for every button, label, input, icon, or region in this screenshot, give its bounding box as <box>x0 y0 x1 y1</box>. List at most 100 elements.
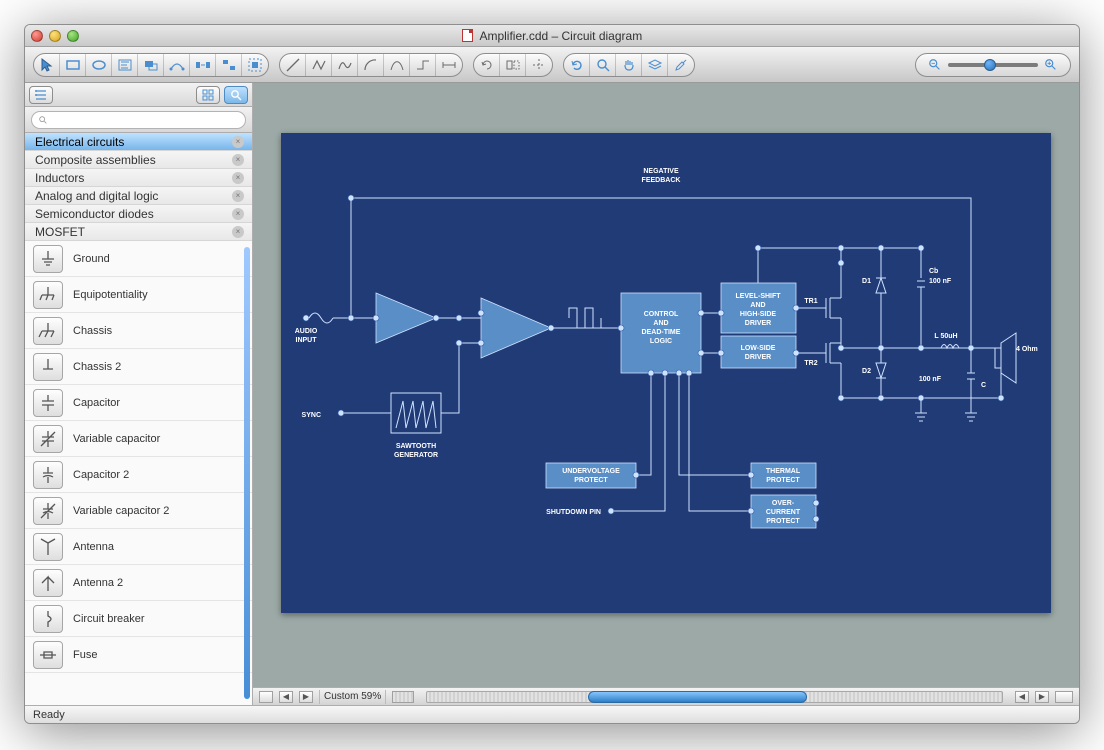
pointer-tool[interactable] <box>34 54 60 76</box>
stencil-label: Circuit breaker <box>73 613 145 625</box>
stencil-item[interactable]: Antenna 2 <box>25 565 252 601</box>
sidebar-search-toggle[interactable] <box>224 86 248 104</box>
bezier-tool[interactable] <box>384 54 410 76</box>
stencil-item[interactable]: Capacitor <box>25 385 252 421</box>
category-close-icon[interactable]: × <box>232 208 244 220</box>
stencil-label: Variable capacitor <box>73 433 160 445</box>
arc-tool[interactable] <box>358 54 384 76</box>
library-category[interactable]: Semiconductor diodes× <box>25 205 252 223</box>
rotate-tool[interactable] <box>474 54 500 76</box>
dimension-tool[interactable] <box>436 54 462 76</box>
category-close-icon[interactable]: × <box>232 226 244 238</box>
stencil-item[interactable]: Ground <box>25 241 252 277</box>
library-category[interactable]: Composite assemblies× <box>25 151 252 169</box>
connector-tool[interactable] <box>164 54 190 76</box>
stencil-label: Fuse <box>73 649 97 661</box>
breaker-icon <box>33 605 63 633</box>
line-tool[interactable] <box>280 54 306 76</box>
zoom-slider[interactable] <box>915 53 1071 77</box>
zoom-tool[interactable] <box>590 54 616 76</box>
svg-text:TR1: TR1 <box>804 298 817 305</box>
library-category[interactable]: Inductors × <box>25 169 252 187</box>
stencil-item[interactable]: Chassis 2 <box>25 349 252 385</box>
stencil-item[interactable]: Capacitor 2 <box>25 457 252 493</box>
stencil-list: Ground EquipotentialityChassis Chassis 2 Ca… <box>25 241 252 705</box>
window-close-button[interactable] <box>31 30 43 42</box>
stencil-item[interactable]: Fuse <box>25 637 252 673</box>
library-category-label: MOSFET <box>35 225 85 239</box>
stencil-item[interactable]: Equipotentiality <box>25 277 252 313</box>
zoom-label[interactable]: Custom 59% <box>319 690 386 704</box>
diagram-page[interactable]: NEGATIVEFEEDBACK AUDIOINPUT <box>281 133 1051 613</box>
stencil-item[interactable]: Circuit breaker <box>25 601 252 637</box>
stencil-label: Capacitor 2 <box>73 469 129 481</box>
fuse-icon <box>33 641 63 669</box>
scroll-right-button[interactable]: ▶ <box>1035 691 1049 703</box>
refresh-tool[interactable] <box>564 54 590 76</box>
spline-tool[interactable] <box>332 54 358 76</box>
category-close-icon[interactable]: × <box>232 172 244 184</box>
library-category-label: Electrical circuits <box>35 135 124 149</box>
polyline-tool[interactable] <box>306 54 332 76</box>
category-close-icon[interactable]: × <box>232 190 244 202</box>
group-tool[interactable] <box>242 54 268 76</box>
mirror-tool[interactable] <box>526 54 552 76</box>
zoom-in-icon[interactable] <box>1044 58 1058 72</box>
library-category-label: Inductors <box>35 171 84 185</box>
ground-icon <box>33 245 63 273</box>
view-mode-button[interactable] <box>1055 691 1073 703</box>
svg-text:L 50uH: L 50uH <box>934 333 957 340</box>
zoom-out-icon[interactable] <box>928 58 942 72</box>
svg-text:SYNC: SYNC <box>302 412 321 419</box>
sidebar-tree-view-button[interactable] <box>29 86 53 104</box>
eyedropper-tool[interactable] <box>668 54 694 76</box>
ellipse-tool[interactable] <box>86 54 112 76</box>
zoom-track[interactable] <box>948 63 1038 67</box>
stencil-label: Capacitor <box>73 397 120 409</box>
canvas-viewport[interactable]: NEGATIVEFEEDBACK AUDIOINPUT <box>253 83 1079 687</box>
page-tabs-icon[interactable] <box>259 691 273 703</box>
stencil-label: Ground <box>73 253 110 265</box>
stencil-item[interactable]: Antenna <box>25 529 252 565</box>
scroll-left-button[interactable]: ◀ <box>1015 691 1029 703</box>
stencil-item[interactable]: Chassis <box>25 313 252 349</box>
window-title-text: Amplifier.cdd – Circuit diagram <box>479 29 642 43</box>
library-category[interactable]: MOSFET × <box>25 223 252 241</box>
page-prev-button[interactable]: ◀ <box>279 691 293 703</box>
library-category[interactable]: Analog and digital logic× <box>25 187 252 205</box>
category-close-icon[interactable]: × <box>232 154 244 166</box>
stencil-label: Variable capacitor 2 <box>73 505 169 517</box>
scroll-pad-left <box>392 691 414 703</box>
hand-tool[interactable] <box>616 54 642 76</box>
page-next-button[interactable]: ▶ <box>299 691 313 703</box>
equipotential-icon <box>33 281 63 309</box>
window-title: Amplifier.cdd – Circuit diagram <box>25 29 1079 43</box>
flip-tool[interactable] <box>500 54 526 76</box>
category-close-icon[interactable]: × <box>232 136 244 148</box>
scrollbar-thumb[interactable] <box>588 691 806 703</box>
stencil-label: Chassis 2 <box>73 361 121 373</box>
search-input[interactable] <box>31 111 246 129</box>
rectangle-tool[interactable] <box>60 54 86 76</box>
horizontal-scrollbar[interactable] <box>426 691 1003 703</box>
window-zoom-button[interactable] <box>67 30 79 42</box>
align-tool[interactable] <box>216 54 242 76</box>
svg-text:AUDIOINPUT: AUDIOINPUT <box>295 328 318 344</box>
library-category[interactable]: Electrical circuits × <box>25 133 252 151</box>
library-categories: Electrical circuits×Composite assemblies… <box>25 133 252 241</box>
distribute-h-tool[interactable] <box>190 54 216 76</box>
antenna-icon <box>33 533 63 561</box>
layers-tool[interactable] <box>642 54 668 76</box>
zoom-knob[interactable] <box>984 59 996 71</box>
stamp-tool[interactable] <box>138 54 164 76</box>
document-icon <box>462 29 473 42</box>
svg-text:100 nF: 100 nF <box>929 278 952 285</box>
window-minimize-button[interactable] <box>49 30 61 42</box>
cap-icon <box>33 389 63 417</box>
stencil-item[interactable]: Variable capacitor <box>25 421 252 457</box>
text-tool[interactable] <box>112 54 138 76</box>
orthogonal-tool[interactable] <box>410 54 436 76</box>
stencil-item[interactable]: Variable capacitor 2 <box>25 493 252 529</box>
titlebar: Amplifier.cdd – Circuit diagram <box>25 25 1079 47</box>
sidebar-grid-view-button[interactable] <box>196 86 220 104</box>
